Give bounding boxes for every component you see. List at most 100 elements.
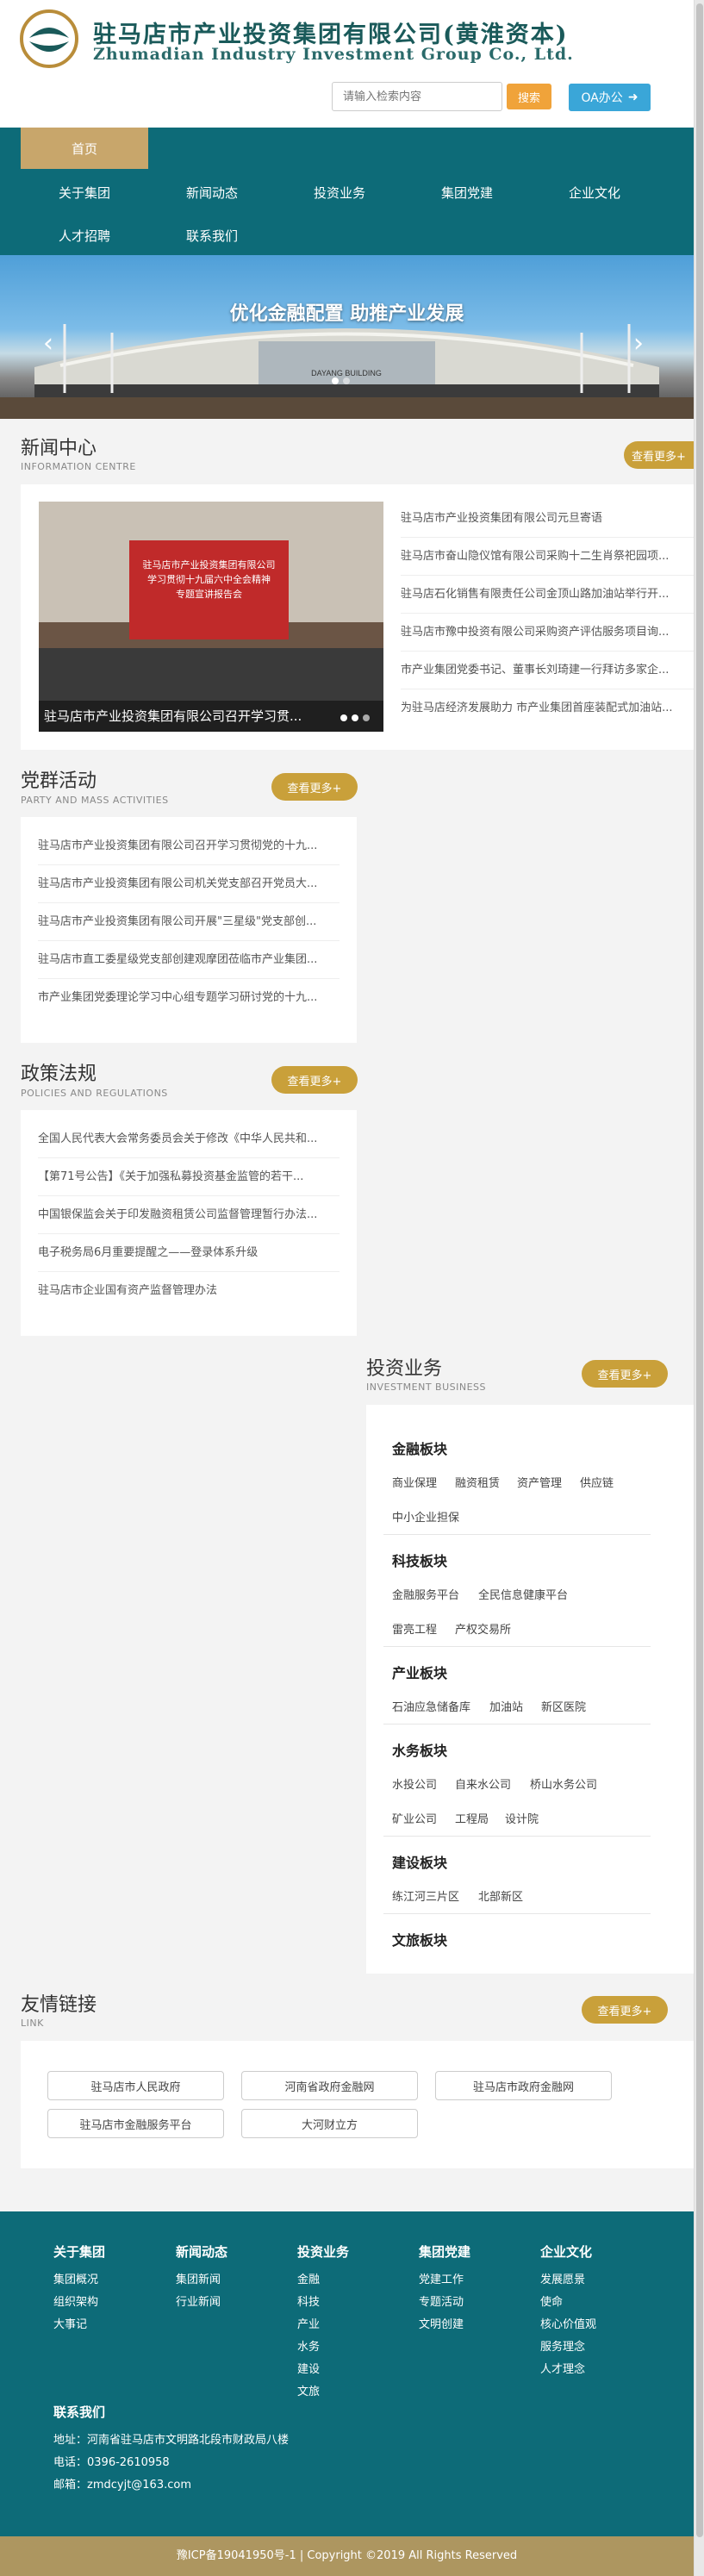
footer-col-title[interactable]: 关于集团: [53, 2242, 105, 2261]
search-button[interactable]: 搜索: [507, 84, 551, 109]
party-list-item[interactable]: 市产业集团党委理论学习中心组专题学习研讨党的十九...: [38, 979, 340, 1017]
carousel-dot[interactable]: [332, 377, 339, 384]
footer-col-title[interactable]: 企业文化: [540, 2242, 592, 2261]
policy-more-button[interactable]: 查看更多+: [271, 1066, 358, 1094]
invest-tag[interactable]: 商业保理: [392, 1474, 437, 1490]
invest-category-water[interactable]: 水务板块: [392, 1739, 447, 1760]
scrollbar-thumb[interactable]: [696, 3, 703, 2537]
invest-tag[interactable]: 水投公司: [392, 1775, 437, 1792]
footer-link[interactable]: 发展愿景: [540, 2270, 585, 2286]
party-list-item[interactable]: 驻马店市产业投资集团有限公司机关党支部召开党员大...: [38, 865, 340, 903]
footer-link[interactable]: 专题活动: [419, 2292, 464, 2309]
invest-category-industry[interactable]: 产业板块: [392, 1662, 447, 1682]
footer-link[interactable]: 金融: [297, 2270, 320, 2286]
footer-link[interactable]: 建设: [297, 2360, 320, 2376]
policy-list-item[interactable]: 【第71号公告】《关于加强私募投资基金监管的若干...: [38, 1158, 340, 1196]
invest-tag[interactable]: 自来水公司: [455, 1775, 511, 1792]
footer-col-title[interactable]: 投资业务: [297, 2242, 349, 2261]
invest-tag[interactable]: 融资租赁: [455, 1474, 500, 1490]
nav-item-culture[interactable]: 企业文化: [531, 172, 658, 212]
party-list-item[interactable]: 驻马店市产业投资集团有限公司召开学习贯彻党的十九...: [38, 827, 340, 865]
footer-link[interactable]: 人才理念: [540, 2360, 585, 2376]
party-more-button[interactable]: 查看更多+: [271, 773, 358, 801]
news-list-item[interactable]: 驻马店市豫中投资有限公司采购资产评估服务项目询...: [401, 614, 694, 652]
chevron-right-icon[interactable]: ›: [633, 328, 644, 359]
invest-category-tourism[interactable]: 文旅板块: [392, 1929, 447, 1949]
carousel-dot[interactable]: [352, 714, 358, 721]
nav-item-news[interactable]: 新闻动态: [148, 172, 276, 212]
footer-link[interactable]: 党建工作: [419, 2270, 464, 2286]
policy-list-item[interactable]: 全国人民代表大会常务委员会关于修改《中华人民共和...: [38, 1120, 340, 1158]
footer-link[interactable]: 产业: [297, 2315, 320, 2331]
search-input[interactable]: [332, 82, 502, 111]
chevron-left-icon[interactable]: ‹: [43, 328, 53, 359]
footer-link[interactable]: 核心价值观: [540, 2315, 596, 2331]
news-list-item[interactable]: 驻马店市产业投资集团有限公司元旦寄语: [401, 500, 694, 538]
party-list-item[interactable]: 驻马店市直工委星级党支部创建观摩团莅临市产业集团...: [38, 941, 340, 979]
nav-home[interactable]: 首页: [21, 128, 148, 169]
invest-tag[interactable]: 矿业公司: [392, 1810, 437, 1826]
links-more-button[interactable]: 查看更多+: [582, 1996, 668, 2024]
friend-link[interactable]: 大河财立方: [241, 2109, 418, 2138]
invest-tag[interactable]: 桥山水务公司: [530, 1775, 597, 1792]
invest-tag[interactable]: 新区医院: [541, 1698, 586, 1714]
news-list-item[interactable]: 市产业集团党委书记、董事长刘琦建一行拜访多家企...: [401, 652, 694, 689]
invest-tag[interactable]: 金融服务平台: [392, 1586, 459, 1602]
footer-link[interactable]: 行业新闻: [176, 2292, 221, 2309]
invest-tag[interactable]: 供应链: [580, 1474, 614, 1490]
friend-link[interactable]: 河南省政府金融网: [241, 2071, 418, 2100]
party-list-item[interactable]: 驻马店市产业投资集团有限公司开展"三星级"党支部创...: [38, 903, 340, 941]
news-list-item[interactable]: 为驻马店经济发展助力 市产业集团首座装配式加油站...: [401, 689, 694, 727]
invest-tag[interactable]: 工程局: [455, 1810, 489, 1826]
carousel-dot[interactable]: [340, 714, 347, 721]
friend-link[interactable]: 驻马店市人民政府: [47, 2071, 224, 2100]
invest-tag[interactable]: 加油站: [489, 1698, 523, 1714]
page-scrollbar[interactable]: [694, 0, 704, 2576]
invest-tag[interactable]: 雷亮工程: [392, 1620, 437, 1637]
footer-col-title[interactable]: 新闻动态: [176, 2242, 227, 2261]
news-list-item[interactable]: 驻马店石化销售有限责任公司金顶山路加油站举行开...: [401, 576, 694, 614]
oa-button[interactable]: OA办公 ➜: [569, 84, 651, 111]
footer-link[interactable]: 集团新闻: [176, 2270, 221, 2286]
invest-category-finance[interactable]: 金融板块: [392, 1438, 447, 1458]
invest-tag[interactable]: 资产管理: [517, 1474, 562, 1490]
footer-link[interactable]: 服务理念: [540, 2337, 585, 2354]
nav-item-contact[interactable]: 联系我们: [148, 215, 276, 255]
policy-list-item[interactable]: 中国银保监会关于印发融资租赁公司监督管理暂行办法...: [38, 1196, 340, 1234]
carousel-dot[interactable]: [363, 714, 370, 721]
invest-tag[interactable]: 设计院: [505, 1810, 539, 1826]
invest-category-construction[interactable]: 建设板块: [392, 1851, 447, 1872]
banner-carousel[interactable]: DAYANG BUILDING 优化金融配置 助推产业发展 ‹ ›: [0, 255, 694, 419]
invest-more-button[interactable]: 查看更多+: [582, 1360, 668, 1388]
footer-link[interactable]: 使命: [540, 2292, 563, 2309]
invest-tag[interactable]: 产权交易所: [455, 1620, 511, 1637]
footer-link[interactable]: 文旅: [297, 2382, 320, 2398]
company-logo[interactable]: [19, 9, 79, 69]
nav-item-about[interactable]: 关于集团: [21, 172, 148, 212]
nav-item-recruit[interactable]: 人才招聘: [21, 215, 148, 255]
carousel-dot[interactable]: [343, 377, 350, 384]
policy-list-item[interactable]: 电子税务局6月重要提醒之——登录体系升级: [38, 1234, 340, 1272]
nav-item-party[interactable]: 集团党建: [403, 172, 531, 212]
footer-link[interactable]: 大事记: [53, 2315, 87, 2331]
footer-link[interactable]: 集团概况: [53, 2270, 98, 2286]
news-list-item[interactable]: 驻马店市奋山隐仪馆有限公司采购十二生肖祭祀园项...: [401, 538, 694, 576]
policy-list-item[interactable]: 驻马店市企业国有资产监督管理办法: [38, 1272, 340, 1310]
invest-tag[interactable]: 石油应急储备库: [392, 1698, 470, 1714]
footer-link[interactable]: 水务: [297, 2337, 320, 2354]
invest-category-tech[interactable]: 科技板块: [392, 1550, 447, 1570]
invest-tag[interactable]: 中小企业担保: [392, 1508, 459, 1525]
invest-tag[interactable]: 练江河三片区: [392, 1887, 459, 1904]
footer-link[interactable]: 组织架构: [53, 2292, 98, 2309]
footer-col-title[interactable]: 集团党建: [419, 2242, 470, 2261]
nav-item-investment[interactable]: 投资业务: [276, 172, 403, 212]
news-photo-caption[interactable]: 驻马店市产业投资集团有限公司召开学习贯...: [39, 701, 383, 732]
friend-link[interactable]: 驻马店市金融服务平台: [47, 2109, 224, 2138]
news-photo[interactable]: 驻马店市产业投资集团有限公司 学习贯彻十九届六中全会精神 专题宣讲报告会 驻马店…: [39, 502, 383, 732]
footer-link[interactable]: 科技: [297, 2292, 320, 2309]
invest-tag[interactable]: 北部新区: [478, 1887, 523, 1904]
invest-tag[interactable]: 全民信息健康平台: [478, 1586, 568, 1602]
news-more-button[interactable]: 查看更多+: [624, 441, 694, 469]
footer-link[interactable]: 文明创建: [419, 2315, 464, 2331]
friend-link[interactable]: 驻马店市政府金融网: [435, 2071, 612, 2100]
